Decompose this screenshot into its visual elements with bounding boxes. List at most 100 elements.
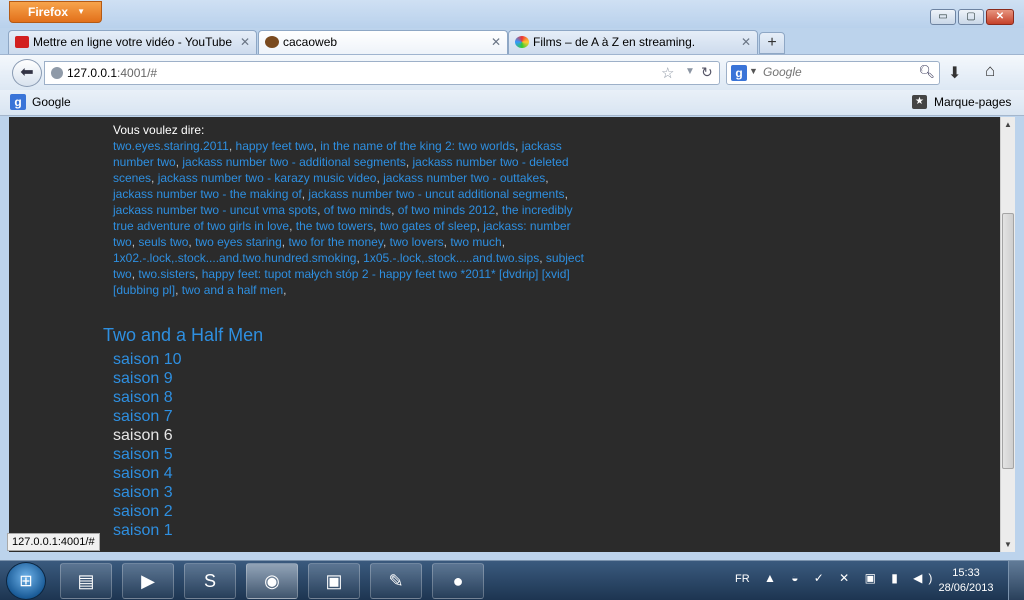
vertical-scrollbar[interactable]: ▲ ▼: [1000, 117, 1015, 552]
season-link[interactable]: saison 9: [113, 369, 182, 388]
taskbar-skype-button[interactable]: S: [184, 563, 236, 599]
suggestion-link[interactable]: two eyes staring: [195, 235, 282, 249]
separator: ,: [539, 251, 546, 265]
suggestion-link[interactable]: the two towers: [296, 219, 373, 233]
did-you-mean-label: Vous voulez dire:: [113, 123, 205, 137]
globe-icon: [51, 67, 63, 79]
close-window-button[interactable]: ✕: [986, 9, 1014, 25]
season-link[interactable]: saison 7: [113, 407, 182, 426]
separator: ,: [382, 235, 390, 249]
suggestion-link[interactable]: two and a half men: [182, 283, 283, 297]
suggestion-link[interactable]: two for the money: [288, 235, 383, 249]
firefox-menu-button[interactable]: Firefox ▼: [9, 1, 102, 23]
chevron-down-icon[interactable]: ▼: [749, 66, 758, 76]
separator: ,: [515, 139, 522, 153]
suggestion-link[interactable]: two lovers: [390, 235, 444, 249]
tab-youtube[interactable]: Mettre en ligne votre vidéo - YouTube ✕: [8, 30, 257, 54]
season-link[interactable]: saison 4: [113, 464, 182, 483]
bookmarks-bar: g Google ★ Marque-pages: [0, 90, 1024, 116]
did-you-mean: Vous voulez dire: two.eyes.staring.2011,…: [113, 122, 588, 298]
minimize-button[interactable]: ▭: [930, 9, 956, 25]
search-icon[interactable]: 🔍︎: [918, 64, 935, 80]
season-link[interactable]: saison 8: [113, 388, 182, 407]
tab-bar: Mettre en ligne votre vidéo - YouTube ✕ …: [0, 28, 1024, 54]
url-bar[interactable]: 127.0.0.1:4001/# ☆ ▼ ↻: [44, 61, 720, 85]
suggestion-link[interactable]: in the name of the king 2: two worlds: [320, 139, 515, 153]
suggestion-link[interactable]: jackass number two - uncut vma spots: [113, 203, 317, 217]
tab-cacaoweb[interactable]: cacaoweb ✕: [258, 30, 508, 54]
separator: ,: [373, 219, 380, 233]
tab-films[interactable]: Films – de A à Z en streaming. ✕: [508, 30, 758, 54]
season-link[interactable]: saison 6: [113, 426, 182, 445]
history-dropdown-icon[interactable]: ▼: [685, 66, 695, 77]
season-link[interactable]: saison 3: [113, 483, 182, 502]
explorer-icon: ▤: [77, 571, 95, 591]
suggestion-link[interactable]: jackass number two - additional segments: [182, 155, 405, 169]
separator: ,: [151, 171, 158, 185]
show-desktop-button[interactable]: [1008, 561, 1024, 600]
scroll-down-arrow-icon[interactable]: ▼: [1001, 537, 1015, 552]
suggestion-link[interactable]: seuls two: [138, 235, 188, 249]
bookmarks-menu-button[interactable]: ★ Marque-pages: [912, 94, 1011, 110]
suggestion-link[interactable]: 1x05.-.lock,.stock.....and.two.sips: [363, 251, 539, 265]
close-tab-icon[interactable]: ✕: [741, 31, 751, 53]
close-tab-icon[interactable]: ✕: [491, 31, 501, 53]
suggestion-link[interactable]: jackass number two - karazy music video: [158, 171, 377, 185]
scroll-up-arrow-icon[interactable]: ▲: [1001, 117, 1015, 132]
clock[interactable]: 15:33 28/06/2013: [936, 566, 996, 596]
season-link[interactable]: saison 2: [113, 502, 182, 521]
taskbar-media-player-button[interactable]: ▶: [122, 563, 174, 599]
season-link[interactable]: saison 1: [113, 521, 182, 540]
suggestion-link[interactable]: jackass number two - outtakes: [383, 171, 545, 185]
season-link[interactable]: saison 5: [113, 445, 182, 464]
suggestion-link[interactable]: 1x02.-.lock,.stock....and.two.hundred.sm…: [113, 251, 356, 265]
language-indicator[interactable]: FR: [735, 573, 750, 585]
recorder-icon: ●: [452, 571, 464, 591]
youtube-icon: [15, 36, 29, 48]
reload-icon[interactable]: ↻: [701, 64, 713, 81]
tab-title: cacaoweb: [283, 35, 338, 49]
clock-date: 28/06/2013: [938, 582, 994, 594]
download-icon[interactable]: ⬇: [948, 63, 961, 83]
suggestion-link[interactable]: jackass number two - uncut additional se…: [308, 187, 564, 201]
films-icon: [515, 36, 529, 48]
navigation-bar: ⬅ 127.0.0.1:4001/# ☆ ▼ ↻ g ▼ 🔍︎ ⬇ ⌂: [0, 54, 1024, 90]
taskbar-firefox-button[interactable]: ◉: [246, 563, 298, 599]
taskbar-recorder-button[interactable]: ●: [432, 563, 484, 599]
suggestion-link[interactable]: happy feet two: [236, 139, 314, 153]
app-icon: ▣: [325, 571, 343, 591]
suggestion-link[interactable]: two much: [450, 235, 501, 249]
suggestion-link[interactable]: two.sisters: [138, 267, 195, 281]
suggestion-link[interactable]: two gates of sleep: [380, 219, 477, 233]
new-tab-button[interactable]: +: [759, 32, 785, 54]
show-title[interactable]: Two and a Half Men: [103, 325, 263, 346]
bookmark-google[interactable]: g Google: [10, 94, 71, 110]
season-link[interactable]: saison 10: [113, 350, 182, 369]
bookmark-star-icon[interactable]: ☆: [661, 64, 674, 82]
page-content: Vous voulez dire: two.eyes.staring.2011,…: [9, 117, 1000, 552]
taskbar-notepad-button[interactable]: ✎: [370, 563, 422, 599]
notepad-icon: ✎: [388, 571, 404, 591]
suggestion-link[interactable]: jackass number two - the making of: [113, 187, 302, 201]
scroll-thumb[interactable]: [1002, 213, 1014, 469]
maximize-button[interactable]: ▢: [958, 9, 984, 25]
taskbar-explorer-button[interactable]: ▤: [60, 563, 112, 599]
google-icon[interactable]: g: [731, 65, 747, 81]
home-icon[interactable]: ⌂: [985, 61, 995, 81]
separator: ,: [317, 203, 324, 217]
separator: ,: [175, 283, 182, 297]
separator: ,: [228, 139, 236, 153]
url-text[interactable]: 127.0.0.1:4001/#: [67, 66, 157, 80]
suggestion-link[interactable]: of two minds: [324, 203, 391, 217]
search-input[interactable]: [763, 65, 913, 79]
close-tab-icon[interactable]: ✕: [240, 31, 250, 53]
taskbar-app-button[interactable]: ▣: [308, 563, 360, 599]
tab-title: Mettre en ligne votre vidéo - YouTube: [33, 35, 233, 49]
separator: ,: [289, 219, 296, 233]
back-button[interactable]: ⬅: [12, 59, 42, 87]
suggestion-link[interactable]: two.eyes.staring.2011: [113, 139, 229, 153]
suggestion-link[interactable]: of two minds 2012: [398, 203, 495, 217]
system-tray-icons[interactable]: ▲ ◒ ✓ ✕ ▣ ▮ ◀): [764, 571, 938, 585]
start-button[interactable]: ⊞: [6, 562, 46, 600]
firefox-icon: ◉: [264, 571, 280, 591]
